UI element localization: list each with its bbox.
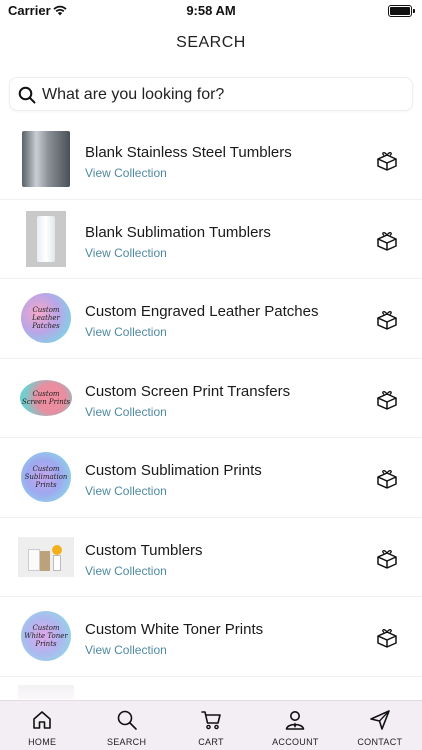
collection-title: Custom Sublimation Prints — [85, 462, 262, 479]
page-title: SEARCH — [176, 34, 246, 51]
list-item[interactable]: Blank Sublimation Tumblers View Collecti… — [0, 200, 422, 279]
logo-text: Custom White Toner Prints — [24, 624, 68, 648]
product-thumbnail: Custom White Toner Prints — [18, 608, 74, 664]
view-collection-link[interactable]: View Collection — [85, 643, 167, 657]
product-thumbnail: Custom Screen Prints — [18, 370, 74, 426]
collection-title: Custom Engraved Leather Patches — [85, 303, 319, 320]
gift-box-icon[interactable] — [376, 151, 398, 171]
partial-list-item — [18, 685, 74, 699]
sublimation-prints-logo: Custom Sublimation Prints — [21, 452, 71, 502]
search-input[interactable] — [42, 83, 402, 107]
tab-label: HOME — [28, 737, 57, 747]
product-thumbnail — [18, 210, 74, 267]
bottom-tab-bar: HOME SEARCH CART ACCOUNT CONTACT — [0, 700, 422, 750]
view-collection-link[interactable]: View Collection — [85, 564, 167, 578]
view-collection-link[interactable]: View Collection — [85, 484, 167, 498]
tab-home[interactable]: HOME — [0, 701, 84, 750]
product-thumbnail: Custom Leather Patches — [18, 290, 74, 346]
screen-print-logo: Custom Screen Prints — [20, 379, 72, 416]
collection-title: Custom Screen Print Transfers — [85, 382, 291, 400]
list-item[interactable]: Custom White Toner Prints Custom White T… — [0, 597, 422, 677]
tab-label: CART — [198, 737, 224, 747]
logo-text: Custom Leather Patches — [32, 306, 60, 330]
product-thumbnail: Custom Sublimation Prints — [18, 449, 74, 505]
send-icon — [370, 710, 390, 730]
battery-icon — [388, 5, 415, 17]
search-icon — [18, 86, 36, 104]
view-collection-link[interactable]: View Collection — [85, 246, 167, 260]
product-thumbnail — [18, 131, 74, 187]
collection-title: Custom White Toner Prints — [85, 621, 264, 638]
list-item[interactable]: Custom Tumblers View Collection — [0, 518, 422, 597]
leather-patches-logo: Custom Leather Patches — [21, 293, 71, 343]
collection-title: Blank Stainless Steel Tumblers — [85, 144, 292, 161]
view-collection-link[interactable]: View Collection — [85, 325, 167, 339]
status-time: 9:58 AM — [186, 3, 236, 18]
tab-search[interactable]: SEARCH — [84, 701, 168, 750]
gift-box-icon[interactable] — [376, 390, 398, 410]
tab-label: SEARCH — [106, 737, 147, 747]
gift-box-icon[interactable] — [376, 231, 398, 251]
list-item[interactable]: Custom Screen Prints Custom Screen Print… — [0, 359, 422, 438]
gift-box-icon[interactable] — [376, 549, 398, 569]
tab-label: ACCOUNT — [272, 737, 319, 747]
gift-box-icon[interactable] — [376, 469, 398, 489]
tab-account[interactable]: ACCOUNT — [253, 701, 337, 750]
cart-icon — [201, 711, 221, 730]
search-bar[interactable] — [9, 77, 413, 111]
account-icon — [286, 711, 305, 730]
steel-tumbler-image — [22, 131, 70, 187]
home-icon — [33, 711, 52, 729]
white-toner-logo: Custom White Toner Prints — [21, 611, 71, 661]
logo-text: Custom Sublimation Prints — [24, 465, 68, 489]
gift-box-icon[interactable] — [376, 628, 398, 648]
list-item[interactable]: Blank Stainless Steel Tumblers View Coll… — [0, 120, 422, 200]
product-thumbnail — [18, 529, 74, 585]
list-item[interactable]: Custom Sublimation Prints Custom Sublima… — [0, 438, 422, 518]
search-icon — [117, 710, 137, 730]
white-tumbler-image — [26, 210, 66, 267]
collection-title: Blank Sublimation Tumblers — [85, 223, 271, 241]
results-list: Blank Stainless Steel Tumblers View Coll… — [0, 120, 422, 677]
logo-text: Custom Screen Prints — [21, 389, 71, 406]
tab-contact[interactable]: CONTACT — [338, 701, 422, 750]
tab-label: CONTACT — [357, 737, 403, 747]
gift-box-icon[interactable] — [376, 310, 398, 330]
collection-title: Custom Tumblers — [85, 541, 203, 559]
status-bar: Carrier 9:58 AM — [0, 0, 422, 24]
view-collection-link[interactable]: View Collection — [85, 405, 167, 419]
tab-cart[interactable]: CART — [169, 701, 253, 750]
custom-tumblers-photo — [18, 536, 74, 577]
view-collection-link[interactable]: View Collection — [85, 166, 167, 180]
list-item[interactable]: Custom Leather Patches Custom Engraved L… — [0, 279, 422, 359]
